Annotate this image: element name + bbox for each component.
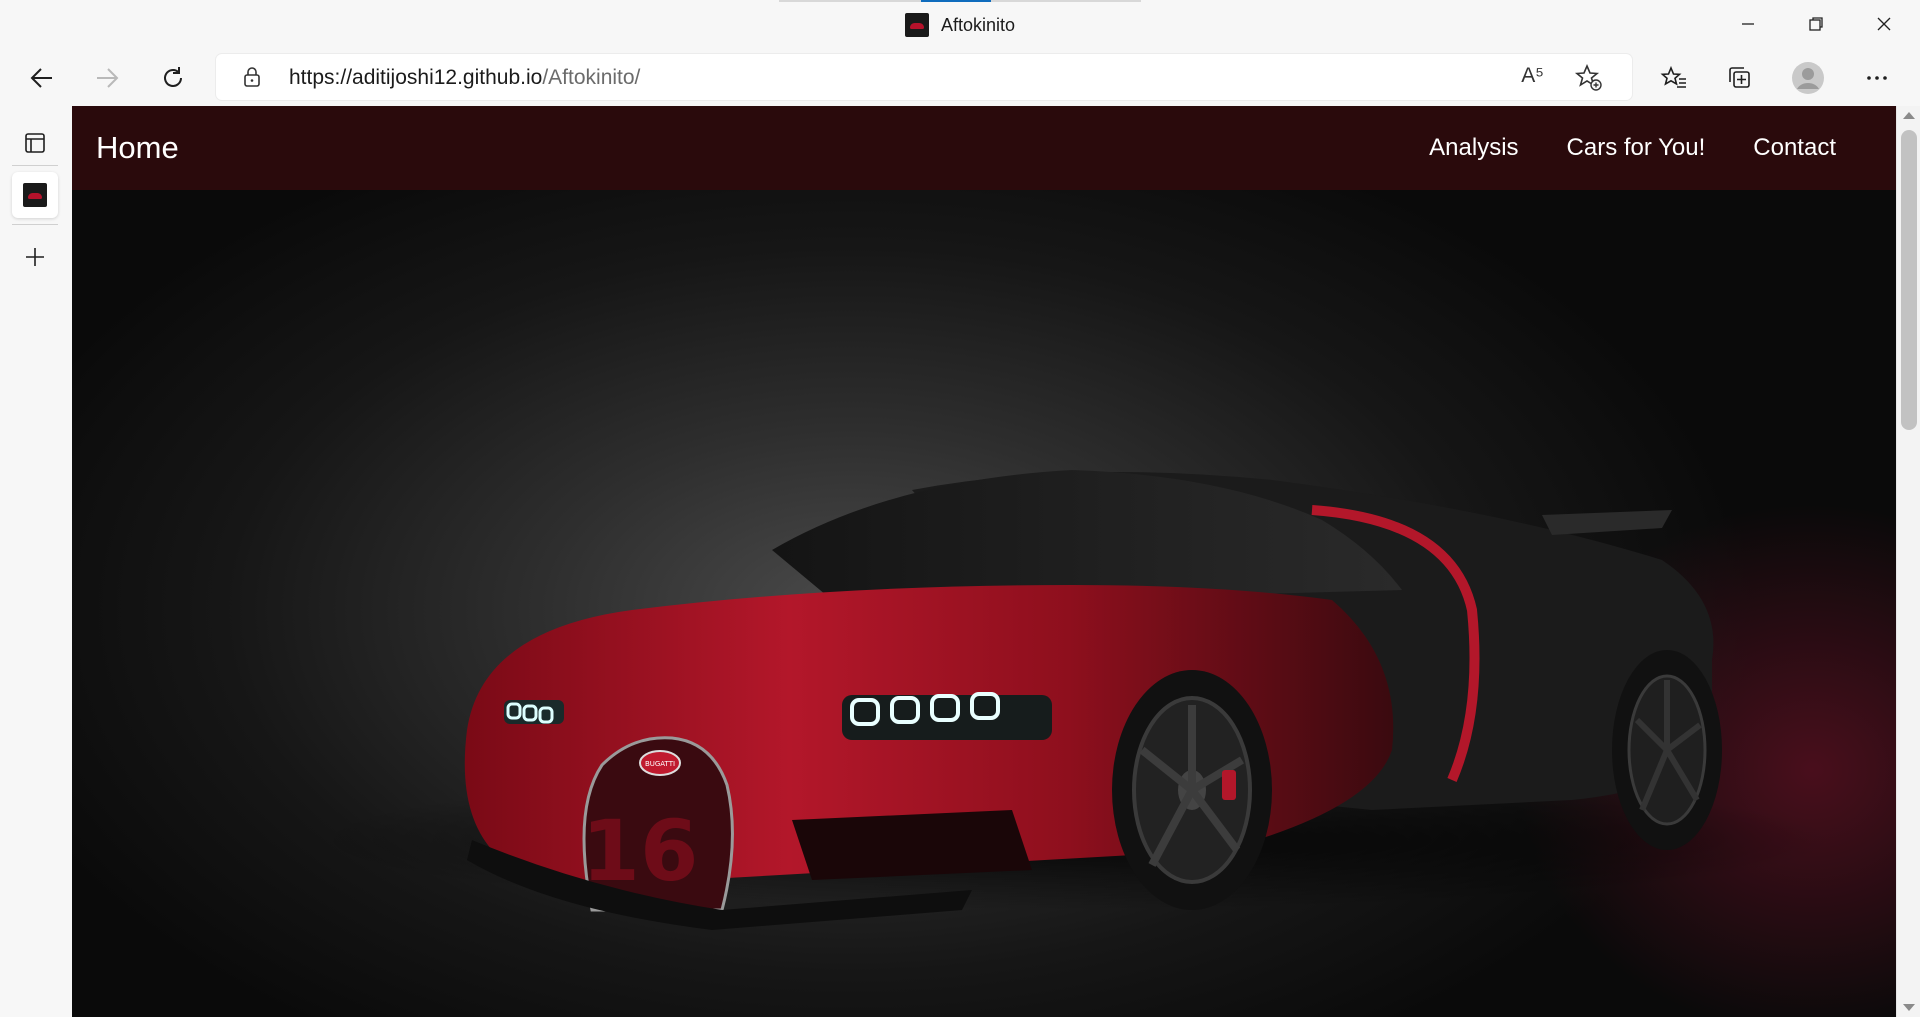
- collections-icon: [1729, 67, 1750, 88]
- minimize-button[interactable]: [1714, 0, 1782, 48]
- sports-car-illustration: 16 BUGATTI: [312, 470, 1832, 930]
- add-favorite-icon[interactable]: [1574, 63, 1604, 93]
- read-aloud-button[interactable]: A⁵: [1521, 64, 1544, 88]
- sidebar-divider: [12, 224, 58, 225]
- profile-icon: [1792, 62, 1824, 94]
- car-badge-text: BUGATTI: [645, 760, 675, 768]
- tab-strip-indicator: [779, 0, 1141, 2]
- rear-wheel: [1612, 650, 1722, 850]
- refresh-icon: [164, 67, 182, 87]
- forward-button[interactable]: [87, 58, 127, 98]
- plus-icon: [26, 248, 44, 266]
- back-button[interactable]: [22, 58, 62, 98]
- url-text[interactable]: https://aditijoshi12.github.io/Aftokinit…: [289, 66, 640, 90]
- more-icon: [1867, 76, 1887, 80]
- collections-button[interactable]: [1720, 58, 1760, 98]
- refresh-button[interactable]: [153, 58, 193, 98]
- browser-toolbar: https://aditijoshi12.github.io/Aftokinit…: [0, 50, 1920, 106]
- left-headlights: [504, 700, 564, 724]
- close-button[interactable]: [1850, 0, 1918, 48]
- hero-image: 16 BUGATTI: [72, 190, 1896, 1017]
- minimize-icon: [1742, 23, 1754, 25]
- window-title: Aftokinito: [0, 12, 1920, 38]
- lock-icon[interactable]: [240, 65, 264, 89]
- scroll-thumb[interactable]: [1901, 130, 1917, 430]
- tab-title: Aftokinito: [940, 14, 1016, 35]
- back-arrow-icon: [30, 68, 52, 88]
- url-path: /Aftokinito/: [542, 66, 641, 89]
- address-bar[interactable]: https://aditijoshi12.github.io/Aftokinit…: [216, 54, 1632, 100]
- scroll-up-arrow-icon[interactable]: [1903, 112, 1915, 119]
- right-headlights: [842, 692, 1052, 740]
- title-bar: Aftokinito: [0, 0, 1920, 50]
- nav-contact-link[interactable]: Contact: [1753, 134, 1836, 162]
- close-icon: [1877, 17, 1891, 31]
- sidebar-divider: [12, 165, 58, 166]
- front-wheel: [1112, 670, 1272, 910]
- more-options-button[interactable]: [1857, 58, 1897, 98]
- forward-arrow-icon: [97, 68, 119, 88]
- site-favicon-icon: [904, 13, 929, 37]
- new-tab-button[interactable]: [12, 234, 58, 280]
- url-host: https://aditijoshi12.github.io: [289, 66, 543, 89]
- favorites-icon: [1660, 65, 1686, 88]
- car-intake: [792, 810, 1032, 880]
- tab-actions-button[interactable]: [12, 120, 58, 166]
- profile-button[interactable]: [1788, 58, 1828, 98]
- page-viewport: Home Analysis Cars for You! Contact 16 B…: [72, 106, 1896, 1017]
- site-navbar: Home Analysis Cars for You! Contact: [72, 106, 1896, 190]
- active-tab-indicator: [921, 0, 991, 2]
- site-favicon-icon: [23, 183, 47, 207]
- nav-cars-for-you-link[interactable]: Cars for You!: [1567, 134, 1706, 162]
- page-scrollbar[interactable]: [1896, 106, 1920, 1017]
- nav-analysis-link[interactable]: Analysis: [1429, 134, 1518, 162]
- sidebar-tab-aftokinito[interactable]: [12, 172, 58, 218]
- restore-icon: [1809, 17, 1823, 31]
- favorites-button[interactable]: [1654, 58, 1694, 98]
- nav-links: Analysis Cars for You! Contact: [1429, 134, 1836, 162]
- car-spoiler: [1542, 510, 1672, 535]
- tab-actions-icon: [25, 133, 45, 153]
- home-link[interactable]: Home: [96, 130, 179, 166]
- restore-button[interactable]: [1782, 0, 1850, 48]
- scroll-down-arrow-icon[interactable]: [1903, 1004, 1915, 1011]
- vertical-tabs-sidebar: [0, 106, 70, 1017]
